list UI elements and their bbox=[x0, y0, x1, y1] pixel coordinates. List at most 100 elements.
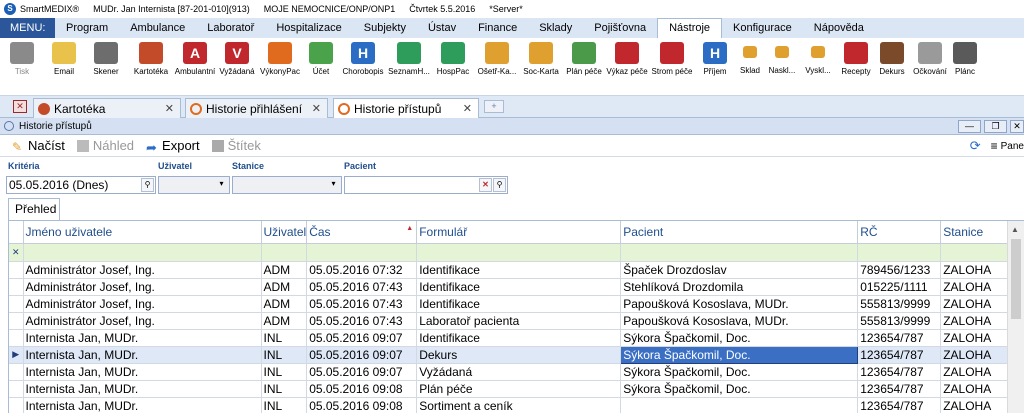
restore-button[interactable]: ❐ bbox=[984, 120, 1007, 133]
ribbon-button-12[interactable]: Soc-Karta bbox=[520, 38, 562, 95]
table-cell[interactable]: 789456/1233 bbox=[857, 261, 942, 279]
ribbon-button-1[interactable]: Email bbox=[44, 38, 84, 95]
menu-napoveda[interactable]: Nápověda bbox=[803, 18, 875, 38]
ribbon-button-8[interactable]: H Chorobopis bbox=[340, 38, 386, 95]
label-button[interactable]: Štítek bbox=[211, 138, 261, 153]
table-cell[interactable]: Papoušková Kososlava, MUDr. bbox=[620, 312, 859, 330]
table-cell[interactable]: Papoušková Kososlava, MUDr. bbox=[620, 295, 859, 313]
ribbon-button-18[interactable]: Naskl... bbox=[766, 38, 798, 95]
refresh-icon[interactable]: ⟳ bbox=[970, 138, 981, 154]
menu-ambulance[interactable]: Ambulance bbox=[119, 18, 196, 38]
scroll-thumb[interactable] bbox=[1011, 239, 1021, 319]
table-cell[interactable]: 015225/1111 bbox=[857, 278, 942, 296]
table-cell[interactable]: ZALOHA bbox=[940, 261, 1010, 279]
table-cell[interactable]: 05.05.2016 07:43 bbox=[306, 295, 418, 313]
filter-cell[interactable] bbox=[306, 243, 418, 262]
table-cell[interactable]: Sýkora Špačkomil, Doc. bbox=[620, 345, 859, 364]
table-row[interactable]: Internista Jan, MUDr. INL 05.05.2016 09:08… bbox=[9, 380, 1010, 398]
ribbon-button-3[interactable]: Kartotéka bbox=[128, 38, 174, 95]
close-icon[interactable]: ✕ bbox=[312, 102, 321, 115]
table-cell[interactable]: 05.05.2016 09:07 bbox=[306, 363, 418, 381]
table-row[interactable]: Administrátor Josef, Ing. ADM 05.05.2016 0… bbox=[9, 312, 1010, 330]
table-cell[interactable]: 555813/9999 bbox=[857, 295, 942, 313]
ribbon-button-22[interactable]: Očkování bbox=[910, 38, 950, 95]
table-cell[interactable]: 05.05.2016 07:32 bbox=[306, 261, 418, 279]
panel-button[interactable]: Pane bbox=[1001, 141, 1024, 152]
table-cell[interactable]: ZALOHA bbox=[940, 346, 1010, 364]
menu-ustav[interactable]: Ústav bbox=[417, 18, 467, 38]
table-cell[interactable]: Sýkora Špačkomil, Doc. bbox=[620, 380, 859, 398]
tab-prehled[interactable]: Přehled bbox=[8, 198, 60, 220]
ribbon-button-21[interactable]: Dekurs bbox=[874, 38, 910, 95]
ribbon-button-9[interactable]: SeznamH... bbox=[386, 38, 432, 95]
criteria-field[interactable]: 05.05.2016 (Dnes) ⚲ bbox=[6, 176, 156, 194]
table-cell[interactable]: 123654/787 bbox=[857, 380, 942, 398]
table-row[interactable]: Internista Jan, MUDr. INL 05.05.2016 09:07… bbox=[9, 329, 1010, 347]
menu-nastroje[interactable]: Nástroje bbox=[657, 18, 723, 38]
table-cell[interactable]: Identifikace bbox=[416, 295, 622, 313]
ribbon-button-20[interactable]: Recepty bbox=[838, 38, 874, 95]
close-icon[interactable]: ✕ bbox=[463, 102, 472, 115]
table-row[interactable]: Internista Jan, MUDr. INL 05.05.2016 09:07… bbox=[9, 363, 1010, 381]
col-user[interactable]: Uživatel bbox=[261, 221, 308, 244]
table-cell[interactable]: Administrátor Josef, Ing. bbox=[23, 261, 262, 279]
table-cell[interactable]: 05.05.2016 09:07 bbox=[306, 346, 418, 364]
clear-icon[interactable]: ✕ bbox=[479, 178, 492, 192]
table-cell[interactable]: ADM bbox=[261, 312, 308, 330]
patient-field[interactable]: ✕ ⚲ bbox=[344, 176, 508, 194]
search-icon[interactable]: ⚲ bbox=[493, 178, 506, 192]
export-button[interactable]: ➦ Export bbox=[146, 138, 200, 155]
table-cell[interactable] bbox=[620, 397, 859, 413]
table-cell[interactable]: Dekurs bbox=[416, 346, 622, 364]
close-window-button[interactable]: ✕ bbox=[1010, 120, 1024, 133]
table-cell[interactable]: Sýkora Špačkomil, Doc. bbox=[620, 363, 859, 381]
ribbon-button-19[interactable]: Vyskl... bbox=[798, 38, 838, 95]
ribbon-button-23[interactable]: Plánc bbox=[950, 38, 980, 95]
table-cell[interactable]: INL bbox=[261, 363, 308, 381]
col-form[interactable]: Formulář bbox=[416, 221, 622, 244]
station-select[interactable]: ▾ bbox=[232, 176, 342, 194]
table-cell[interactable]: 123654/787 bbox=[857, 346, 942, 364]
table-cell[interactable]: Špaček Drozdoslav bbox=[620, 261, 859, 279]
chevron-down-icon[interactable]: ▾ bbox=[327, 178, 340, 192]
table-cell[interactable]: Internista Jan, MUDr. bbox=[23, 397, 262, 413]
table-cell[interactable]: Plán péče bbox=[416, 380, 622, 398]
table-cell[interactable]: 555813/9999 bbox=[857, 312, 942, 330]
table-cell[interactable]: 05.05.2016 09:07 bbox=[306, 329, 418, 347]
menu-program[interactable]: Program bbox=[55, 18, 119, 38]
table-cell[interactable]: Administrátor Josef, Ing. bbox=[23, 278, 262, 296]
table-cell[interactable]: Sortiment a ceník bbox=[416, 397, 622, 413]
table-cell[interactable]: 05.05.2016 09:08 bbox=[306, 397, 418, 413]
filter-cell[interactable] bbox=[261, 243, 308, 262]
table-cell[interactable]: INL bbox=[261, 346, 308, 364]
table-cell[interactable]: ZALOHA bbox=[940, 363, 1010, 381]
filter-cell[interactable] bbox=[416, 243, 622, 262]
tab-historie-pristupu[interactable]: Historie přístupů ✕ bbox=[333, 98, 479, 119]
clear-filter-icon[interactable]: ✕ bbox=[9, 243, 24, 262]
table-cell[interactable]: INL bbox=[261, 397, 308, 413]
table-row[interactable]: Administrátor Josef, Ing. ADM 05.05.2016 0… bbox=[9, 261, 1010, 279]
ribbon-button-4[interactable]: A Ambulantní bbox=[174, 38, 216, 95]
search-icon[interactable]: ⚲ bbox=[141, 178, 154, 192]
table-cell[interactable]: Administrátor Josef, Ing. bbox=[23, 312, 262, 330]
menu-sklady[interactable]: Sklady bbox=[528, 18, 583, 38]
col-user-name[interactable]: Jméno uživatele bbox=[23, 221, 262, 244]
table-cell[interactable]: Identifikace bbox=[416, 278, 622, 296]
table-cell[interactable]: Identifikace bbox=[416, 261, 622, 279]
table-cell[interactable]: ZALOHA bbox=[940, 312, 1010, 330]
table-cell[interactable]: ZALOHA bbox=[940, 397, 1010, 413]
ribbon-button-10[interactable]: HospPac bbox=[432, 38, 474, 95]
ribbon-button-0[interactable]: Tisk bbox=[0, 38, 44, 95]
menu-hospitalizace[interactable]: Hospitalizace bbox=[265, 18, 352, 38]
user-select[interactable]: ▾ bbox=[158, 176, 230, 194]
table-cell[interactable]: Administrátor Josef, Ing. bbox=[23, 295, 262, 313]
filter-cell[interactable] bbox=[620, 243, 859, 262]
tab-historie-prihlaseni[interactable]: Historie přihlášení ✕ bbox=[185, 98, 328, 118]
table-row[interactable]: Administrátor Josef, Ing. ADM 05.05.2016 0… bbox=[9, 278, 1010, 296]
table-cell[interactable]: INL bbox=[261, 380, 308, 398]
close-all-tabs-button[interactable]: ✕ bbox=[13, 100, 27, 113]
chevron-down-icon[interactable]: ▾ bbox=[215, 178, 228, 192]
minimize-button[interactable]: — bbox=[958, 120, 981, 133]
table-cell[interactable]: ZALOHA bbox=[940, 295, 1010, 313]
ribbon-button-5[interactable]: V Vyžádaná bbox=[216, 38, 258, 95]
